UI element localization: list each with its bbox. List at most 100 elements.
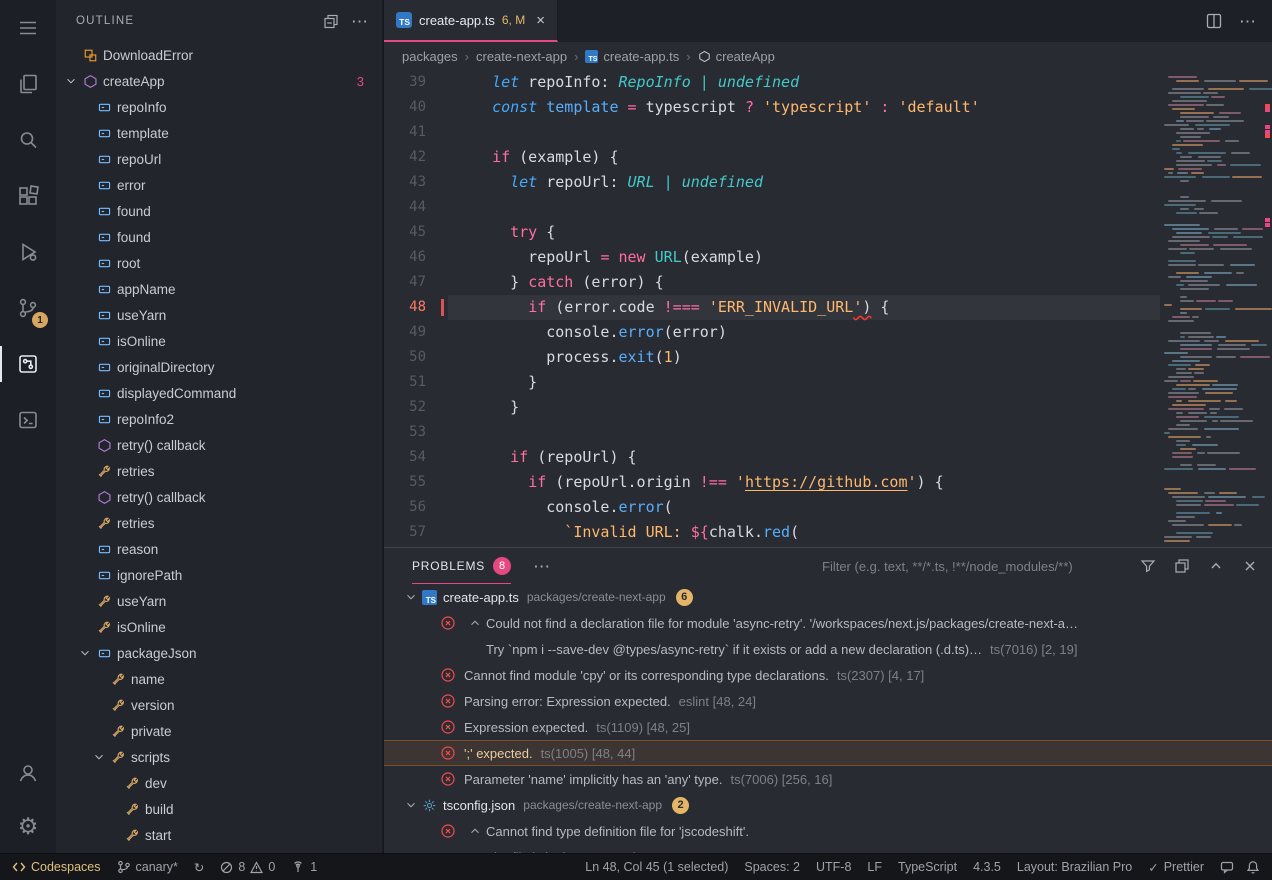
outline-item-useyarn[interactable]: useYarn [56,302,382,328]
problem-detail-row[interactable]: Try `npm i --save-dev @types/async-retry… [384,636,1272,662]
collapse-all-icon[interactable] [323,13,339,29]
breadcrumb-file[interactable]: TS create-app.ts [585,49,679,64]
minimap[interactable] [1160,70,1272,547]
code-line-44[interactable]: 44 [384,195,1160,220]
layout-status[interactable]: Layout: Brazilian Pro [1017,860,1132,874]
outline-item-found[interactable]: found [56,224,382,250]
cursor-position-status[interactable]: Ln 48, Col 45 (1 selected) [585,860,728,874]
git-branch-status[interactable]: canary* [117,860,178,874]
ports-forwarded-status[interactable]: 1 [291,860,317,874]
outline-item-retry-callback[interactable]: retry() callback [56,484,382,510]
open-in-editor-icon[interactable] [1174,558,1190,574]
typescript-version-status[interactable]: 4.3.5 [973,860,1001,874]
extensions-icon[interactable] [0,168,56,224]
outline-item-displayedcommand[interactable]: displayedCommand [56,380,382,406]
problem-item[interactable]: Could not find a declaration file for mo… [384,610,1272,636]
outline-item-build[interactable]: build [56,796,382,822]
code-area[interactable]: 39 let repoInfo: RepoInfo | undefined40 … [384,70,1160,547]
code-line-43[interactable]: 43 let repoUrl: URL | undefined [384,170,1160,195]
breadcrumb-packages[interactable]: packages [402,49,458,64]
code-line-39[interactable]: 39 let repoInfo: RepoInfo | undefined [384,70,1160,95]
outline-item-retries[interactable]: retries [56,510,382,536]
outline-item-error[interactable]: error [56,172,382,198]
code-line-41[interactable]: 41 [384,120,1160,145]
problems-filter-input[interactable] [822,559,1122,574]
outline-item-private[interactable]: private [56,718,382,744]
remote-explorer-icon[interactable] [0,336,56,392]
outline-item-ignorepath[interactable]: ignorePath [56,562,382,588]
outline-item-dev[interactable]: dev [56,770,382,796]
outline-more-icon[interactable]: ⋯ [351,13,368,30]
code-line-53[interactable]: 53 [384,420,1160,445]
outline-item-scripts[interactable]: scripts [56,744,382,770]
tab-create-app-ts[interactable]: TS create-app.ts 6, M × [384,0,558,42]
code-line-51[interactable]: 51 } [384,370,1160,395]
code-line-40[interactable]: 40 const template = typescript ? 'typesc… [384,95,1160,120]
filter-icon[interactable] [1140,558,1156,574]
notifications-bell-icon[interactable] [1246,860,1260,874]
outline-item-retry-callback[interactable]: retry() callback [56,432,382,458]
search-icon[interactable] [0,112,56,168]
outline-item-retries[interactable]: retries [56,458,382,484]
code-line-57[interactable]: 57 `Invalid URL: ${chalk.red( [384,520,1160,545]
source-control-icon[interactable]: 1 [0,280,56,336]
outline-item-name[interactable]: name [56,666,382,692]
code-line-55[interactable]: 55 if (repoUrl.origin !== 'https://githu… [384,470,1160,495]
feedback-icon[interactable] [1220,860,1234,874]
code-line-54[interactable]: 54 if (repoUrl) { [384,445,1160,470]
outline-item-reason[interactable]: reason [56,536,382,562]
panel-more-icon[interactable]: ⋯ [533,558,550,575]
outline-item-repoinfo[interactable]: repoInfo [56,94,382,120]
outline-item-packagejson[interactable]: packageJson [56,640,382,666]
settings-gear-icon[interactable]: ⚙ [0,801,56,853]
problem-item[interactable]: Parameter 'name' implicitly has an 'any'… [384,766,1272,792]
outline-item-template[interactable]: template [56,120,382,146]
encoding-status[interactable]: UTF-8 [816,860,851,874]
problem-item[interactable]: Cannot find type definition file for 'js… [384,818,1272,844]
breadcrumb-create-next-app[interactable]: create-next-app [476,49,567,64]
terminal-panel-icon[interactable] [0,392,56,448]
indentation-status[interactable]: Spaces: 2 [744,860,800,874]
split-editor-icon[interactable] [1205,12,1223,30]
close-panel-icon[interactable] [1242,558,1258,574]
prettier-status[interactable]: ✓Prettier [1148,860,1204,875]
explorer-icon[interactable] [0,56,56,112]
code-line-49[interactable]: 49 console.error(error) [384,320,1160,345]
eol-status[interactable]: LF [867,860,882,874]
language-mode-status[interactable]: TypeScript [898,860,957,874]
outline-item-repoinfo2[interactable]: repoInfo2 [56,406,382,432]
code-line-56[interactable]: 56 console.error( [384,495,1160,520]
code-editor[interactable]: 39 let repoInfo: RepoInfo | undefined40 … [384,70,1272,547]
outline-item-appname[interactable]: appName [56,276,382,302]
outline-item-root[interactable]: root [56,250,382,276]
problem-item[interactable]: Cannot find module 'cpy' or its correspo… [384,662,1272,688]
code-line-50[interactable]: 50 process.exit(1) [384,345,1160,370]
outline-item-found[interactable]: found [56,198,382,224]
code-line-58[interactable]: 58 `"${example}"`)} [384,545,1160,547]
outline-item-downloaderror[interactable]: DownloadError [56,42,382,68]
outline-item-createapp[interactable]: createApp3 [56,68,382,94]
outline-item-isonline[interactable]: isOnline [56,614,382,640]
run-debug-icon[interactable] [0,224,56,280]
menu-icon[interactable] [0,0,56,56]
outline-item-start[interactable]: start [56,822,382,848]
code-line-47[interactable]: 47 } catch (error) { [384,270,1160,295]
breadcrumb-symbol[interactable]: createApp [698,49,775,64]
tab-problems[interactable]: PROBLEMS 8 [412,548,511,584]
outline-item-isonline[interactable]: isOnline [56,328,382,354]
code-line-46[interactable]: 46 repoUrl = new URL(example) [384,245,1160,270]
code-line-45[interactable]: 45 try { [384,220,1160,245]
code-line-42[interactable]: 42 if (example) { [384,145,1160,170]
accounts-icon[interactable] [0,745,56,801]
editor-more-icon[interactable]: ⋯ [1239,13,1256,30]
outline-item-repourl[interactable]: repoUrl [56,146,382,172]
problem-item[interactable]: ';' expected.ts(1005) [48, 44] [384,740,1272,766]
problem-item[interactable]: Parsing error: Expression expected.eslin… [384,688,1272,714]
outline-item-version[interactable]: version [56,692,382,718]
sync-icon[interactable]: ↻ [194,860,204,875]
problems-file-row-tsconfig-json[interactable]: tsconfig.jsonpackages/create-next-app2 [384,792,1272,818]
problem-item[interactable]: Expression expected.ts(1109) [48, 25] [384,714,1272,740]
maximize-panel-icon[interactable] [1208,558,1224,574]
code-line-52[interactable]: 52 } [384,395,1160,420]
problem-detail-row[interactable]: The file is in the program because: [384,844,1272,853]
